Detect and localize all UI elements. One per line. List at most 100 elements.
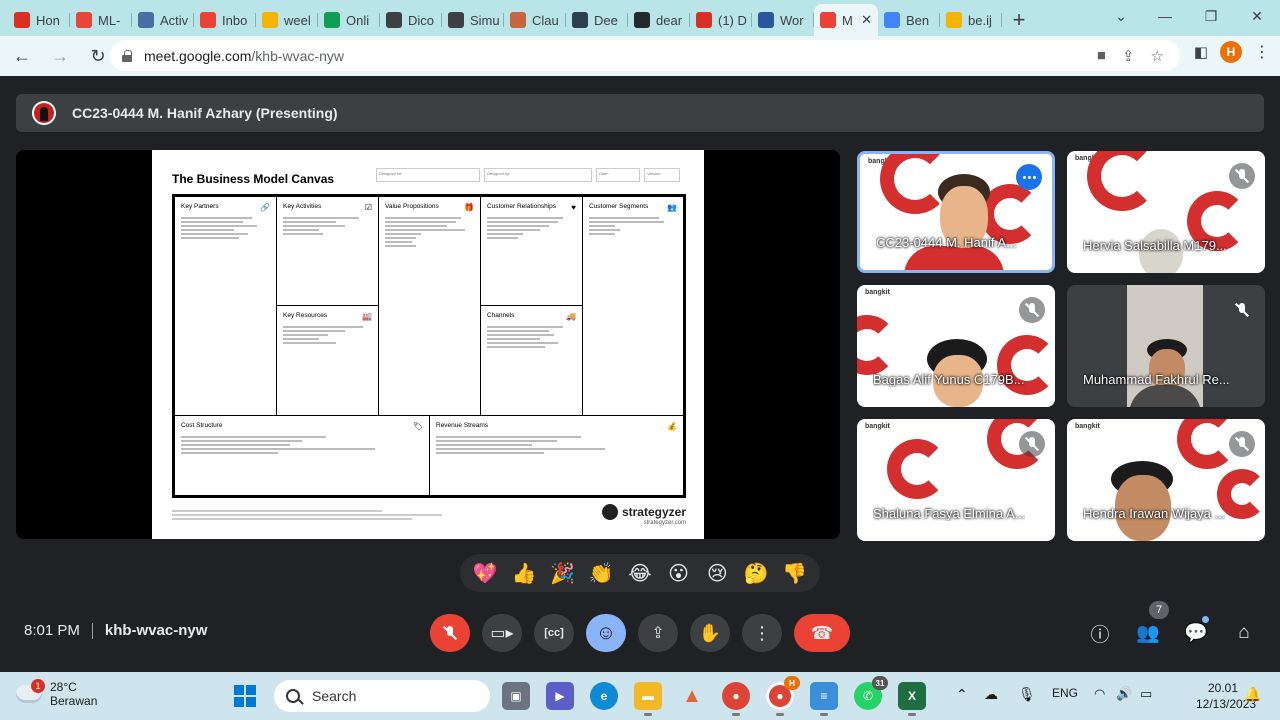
more-options-button[interactable]: ⋮: [742, 614, 782, 652]
start-button[interactable]: [234, 685, 256, 707]
microphone-toggle-button[interactable]: [430, 614, 470, 652]
close-window-button[interactable]: ✕: [1234, 0, 1280, 32]
side-panel-icon[interactable]: ◧: [1194, 43, 1208, 61]
strategyzer-logo: strategyzer strategyzer.com: [601, 504, 686, 526]
participant-tile[interactable]: bangkit Hendra Irawan Wijaya ...: [1067, 419, 1265, 541]
task-view-icon[interactable]: ▣: [502, 682, 530, 710]
reaction-emoji-button[interactable]: 💖: [469, 557, 501, 589]
browser-tab-label: Wor: [780, 12, 804, 28]
system-clock[interactable]: 20.01 12/13/2023: [1196, 680, 1256, 712]
browser-tab[interactable]: (1) D: [690, 4, 752, 36]
back-icon[interactable]: ←: [6, 40, 38, 72]
browser-tab-label: Simu: [470, 12, 500, 28]
participant-name: CC23-0444 M. Hanif A...: [876, 235, 1017, 250]
reaction-emoji-button[interactable]: 👍: [508, 557, 540, 589]
cost-structure-title: Cost Structure: [181, 422, 223, 429]
chrome-profile-icon[interactable]: H ●: [766, 676, 800, 716]
meeting-details-button[interactable]: ⓘ: [1087, 620, 1113, 646]
participant-tile[interactable]: bangkit Bagas Alif Yunus C179B...: [857, 285, 1055, 407]
notepad-icon[interactable]: ≡: [810, 682, 838, 716]
reaction-emoji-button[interactable]: 😂: [624, 557, 656, 589]
forward-icon[interactable]: →: [44, 40, 76, 72]
browser-tab[interactable]: M ✕: [814, 4, 878, 36]
slide-footer-license: [172, 510, 472, 520]
folder-icon: [946, 12, 962, 28]
captions-button[interactable]: [cc]: [534, 614, 574, 652]
reaction-emoji-button[interactable]: 🎉: [547, 557, 579, 589]
camera-icon[interactable]: ■: [1097, 47, 1106, 65]
participant-name: Bagas Alif Yunus C179B...: [873, 372, 1025, 387]
profile-avatar[interactable]: H: [1220, 41, 1242, 63]
chrome-icon[interactable]: ●: [722, 682, 750, 716]
camera-toggle-button[interactable]: ▭▸: [482, 614, 522, 652]
reaction-emoji-button[interactable]: 👏: [585, 557, 617, 589]
presentation-stage[interactable]: The Business Model Canvas Designed for: …: [16, 150, 840, 539]
restore-button[interactable]: ❐: [1188, 0, 1234, 32]
bookmark-star-icon[interactable]: ☆: [1151, 47, 1164, 65]
battery-icon[interactable]: ▭: [1140, 686, 1152, 702]
weather-temp: 28°C: [50, 680, 77, 694]
share-icon[interactable]: ⇪: [1122, 47, 1135, 65]
browser-tab[interactable]: Dico: [380, 4, 442, 36]
browser-tab[interactable]: Clau: [504, 4, 566, 36]
excel-icon[interactable]: X: [898, 682, 926, 716]
browser-tab[interactable]: Inbo: [194, 4, 256, 36]
close-tab-icon[interactable]: ✕: [861, 12, 872, 28]
browser-tab[interactable]: Onli: [318, 4, 380, 36]
address-bar[interactable]: meet.google.com/khb-wvac-nyw ■ ⇪ ☆: [110, 40, 1180, 71]
participant-tile[interactable]: bangkit Hervia Salsabilla M179...: [1067, 151, 1265, 273]
participant-tile[interactable]: bangkit Shaluna Fasya Elmina A...: [857, 419, 1055, 541]
browser-tab[interactable]: weel: [256, 4, 318, 36]
closed-captions-icon: [cc]: [544, 627, 564, 639]
customer-segments-block: Customer Segments 👥: [582, 196, 684, 416]
channels-title: Channels: [487, 312, 515, 319]
chat-button[interactable]: 💬: [1183, 620, 1209, 646]
leave-call-button[interactable]: ☎: [794, 614, 850, 652]
weather-widget[interactable]: 1 28°C Berawan: [16, 679, 97, 708]
notification-bell-icon[interactable]: 🔔: [1244, 686, 1261, 703]
raise-hand-button[interactable]: ✋: [690, 614, 730, 652]
browser-tab[interactable]: dear: [628, 4, 690, 36]
reaction-emoji-button[interactable]: 😢: [701, 557, 733, 589]
browser-tab[interactable]: ML-: [70, 4, 132, 36]
browser-tab[interactable]: Ben: [878, 4, 940, 36]
browser-tab[interactable]: Simu: [442, 4, 504, 36]
show-hidden-icons[interactable]: ⌃: [956, 686, 968, 703]
reactions-button[interactable]: ☺: [586, 614, 626, 652]
windows-taskbar: 1 28°C Berawan Search ▣ ▶ e ▬ ▲ ● H ● ≡ 3…: [0, 672, 1280, 720]
present-screen-button[interactable]: ⇪: [638, 614, 678, 652]
browser-tab[interactable]: be.ij: [940, 4, 1002, 36]
clock-time: 20.01: [1207, 681, 1238, 695]
participant-tile[interactable]: bangkit CC23-0444 M. Hanif A...: [857, 151, 1055, 273]
browser-tab[interactable]: Dee: [566, 4, 628, 36]
more-options-button[interactable]: [1016, 164, 1042, 190]
browser-tab[interactable]: Wor: [752, 4, 814, 36]
language-indicator[interactable]: ENG: [1052, 686, 1078, 700]
microphone-icon[interactable]: 🎙: [1018, 686, 1036, 703]
taskbar-search[interactable]: Search: [274, 680, 490, 712]
onedrive-icon[interactable]: ☁: [984, 686, 998, 703]
browser-tab-label: Dee: [594, 12, 618, 28]
tab-search-icon[interactable]: ⌄: [1098, 0, 1144, 32]
people-icon: 👥: [667, 203, 677, 212]
activities-button[interactable]: ⌂: [1231, 620, 1257, 646]
browser-tab[interactable]: Activ: [132, 4, 194, 36]
teams-chat-icon[interactable]: ▶: [546, 682, 574, 710]
matlab-icon[interactable]: ▲: [678, 682, 706, 710]
reaction-emoji-button[interactable]: 😮: [663, 557, 695, 589]
volume-icon[interactable]: 🔊: [1116, 686, 1132, 702]
minimize-button[interactable]: —: [1142, 0, 1188, 32]
new-tab-button[interactable]: +: [1002, 4, 1036, 36]
browser-tab[interactable]: Hon: [8, 4, 70, 36]
participant-tile[interactable]: Muhammad Fakhrul Re...: [1067, 285, 1265, 407]
file-explorer-icon[interactable]: ▬: [634, 682, 662, 716]
customer-relationships-title: Customer Relationships: [487, 203, 557, 210]
whatsapp-icon[interactable]: 31 ✆: [854, 676, 888, 710]
browser-menu-icon[interactable]: ⋮: [1254, 42, 1270, 62]
wifi-icon[interactable]: ◠: [1094, 686, 1105, 702]
reaction-emoji-button[interactable]: 👎: [779, 557, 811, 589]
people-button[interactable]: 👥: [1135, 620, 1161, 646]
checkbox-icon: ☑: [364, 203, 372, 212]
edge-icon[interactable]: e: [590, 682, 618, 710]
reaction-emoji-button[interactable]: 🤔: [740, 557, 772, 589]
